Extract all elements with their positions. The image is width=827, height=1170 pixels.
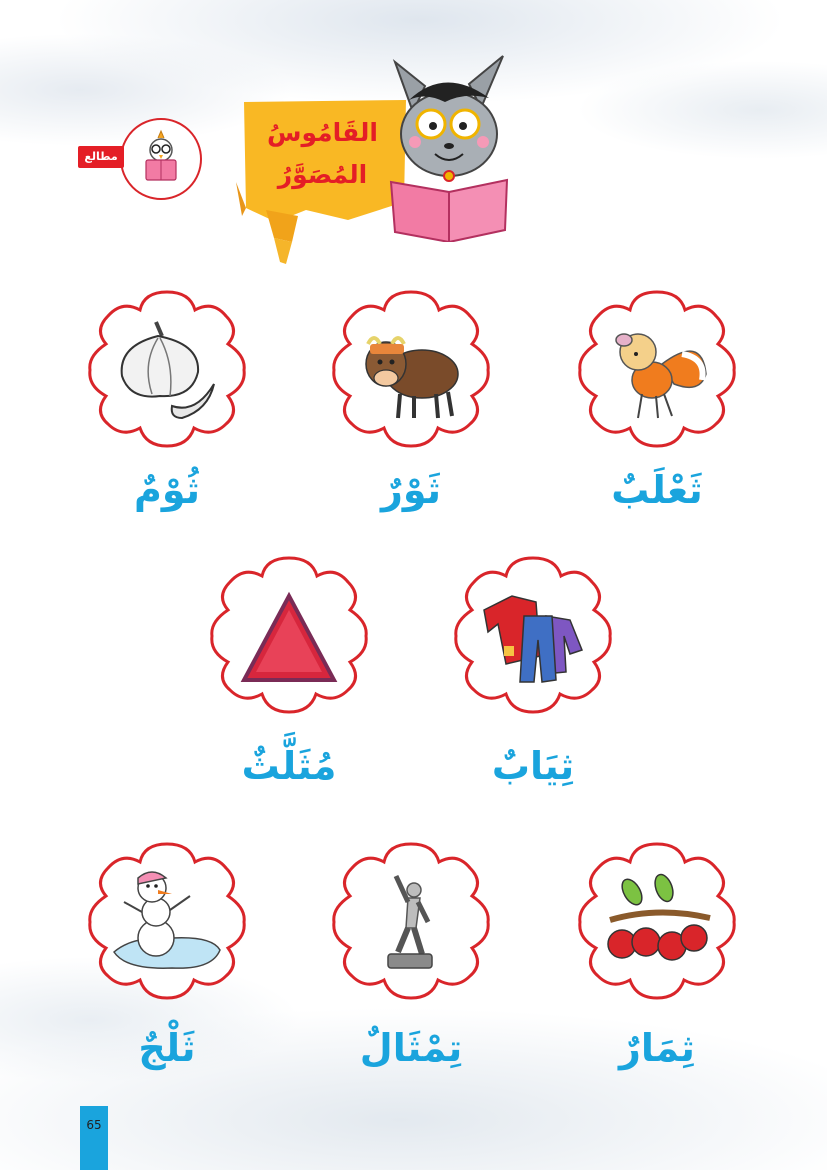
word-label: ثُوْمٌ	[134, 468, 200, 512]
statue-icon	[387, 874, 433, 969]
picture-card-statue	[324, 834, 498, 1008]
picture-card-garlic	[80, 282, 254, 456]
garlic-icon	[120, 321, 215, 420]
cat-mascot-icon	[389, 55, 509, 242]
picture-card-triangle	[202, 548, 376, 722]
cherries-icon	[607, 873, 711, 961]
picture-card-clothes	[446, 548, 620, 722]
picture-card-bull	[324, 282, 498, 456]
snowman-icon	[113, 871, 221, 969]
word-label: ثَوْرٌ	[381, 468, 441, 512]
reading-badge	[120, 118, 202, 200]
reading-bird-icon	[145, 129, 177, 181]
word-label: ثَعْلَبٌ	[611, 468, 703, 512]
page-title: القَامُوسُ المُصَوَّرُ	[250, 112, 395, 196]
page-number: 65	[86, 1118, 102, 1132]
bull-icon	[365, 336, 459, 419]
word-label: مُثَلَّثٌ	[241, 744, 337, 788]
badge-label: مطالع	[78, 146, 124, 168]
word-label: ثِمَارٌ	[619, 1026, 695, 1070]
picture-card-cherries	[570, 834, 744, 1008]
picture-card-snowman	[80, 834, 254, 1008]
title-line-2: المُصَوَّرُ	[277, 160, 368, 189]
word-label: تِمْثَالٌ	[359, 1026, 463, 1070]
clothes-icon	[483, 595, 583, 683]
word-label: ثَلْجٌ	[138, 1026, 196, 1070]
page-tab	[80, 1106, 108, 1170]
triangle-icon	[240, 591, 338, 682]
fox-icon	[615, 333, 707, 419]
word-label: ثِيَابٌ	[491, 744, 575, 788]
title-line-1: القَامُوسُ	[267, 118, 378, 147]
picture-card-fox	[570, 282, 744, 456]
